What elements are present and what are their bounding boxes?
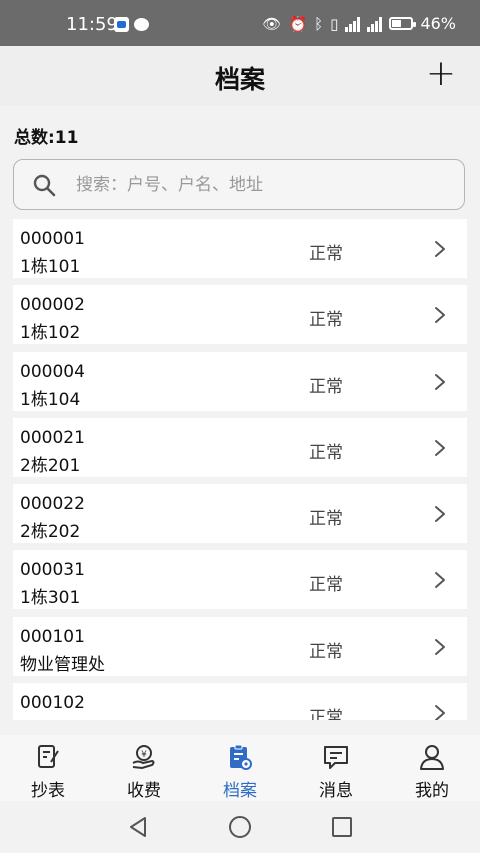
record-code: 000022 [20,494,85,515]
tab-label: 档案 [223,781,257,801]
message-icon [324,746,348,769]
list-item[interactable]: 000101 物业管理处 正常 [13,616,467,676]
tab-label: 收费 [127,781,161,801]
alarm-icon: ⏰ [288,14,308,33]
meter-reading-icon [38,745,59,768]
record-list[interactable]: 000001 1栋101 正常 000002 1栋102 正常 000004 1栋104 正常 0… [13,219,467,720]
record-status: 正常 [309,310,343,331]
chevron-right-icon [435,638,445,655]
home-icon[interactable] [228,815,252,839]
total-count: 总数:11 [14,128,79,148]
record-code: 000002 [20,295,85,316]
add-button[interactable]: + [426,54,456,94]
record-status: 正常 [309,641,343,662]
list-item[interactable]: 000031 1栋301 正常 [13,550,467,610]
record-status: 正常 [309,244,343,264]
status-time: 11:59 [66,14,118,35]
record-code: 000001 [20,229,85,249]
record-code: 000031 [20,560,85,581]
list-item[interactable]: 000021 2栋201 正常 [13,417,467,477]
tab-archive[interactable]: 档案 [192,735,288,801]
chevron-right-icon [435,439,445,456]
list-item[interactable]: 000002 1栋102 正常 [13,285,467,345]
status-bar: 11:59 👁 ⏰ ᛒ ▯ 46% [0,0,480,46]
battery-icon [389,17,417,30]
list-item[interactable]: 000004 1栋104 正常 [13,351,467,411]
bluetooth-icon: ᛒ [314,14,324,33]
tab-label: 抄表 [31,781,65,801]
tab-fee[interactable]: ¥ 收费 [96,735,192,801]
recent-apps-icon[interactable] [331,815,353,839]
svg-text:¥: ¥ [141,750,147,760]
record-code: 000102 [20,693,85,714]
chevron-right-icon [435,705,445,720]
record-status: 正常 [309,509,343,530]
eye-icon: 👁 [262,14,282,33]
tab-message[interactable]: 消息 [288,735,384,801]
archive-icon [230,744,252,770]
chevron-right-icon [435,241,445,257]
chevron-right-icon [435,307,445,324]
record-code: 000021 [20,427,85,448]
back-icon[interactable] [127,815,149,839]
bottom-tab-bar: 抄表 ¥ 收费 档案 消息 我的 [0,735,480,801]
chevron-right-icon [435,506,445,523]
chevron-right-icon [435,373,445,390]
signal-strength-icon [345,16,361,32]
record-name: 1栋101 [20,257,81,277]
profile-icon [420,745,444,770]
record-name: 2栋202 [20,522,81,543]
record-status: 正常 [309,442,343,463]
battery-percent: 46% [420,14,456,33]
record-name: 2栋201 [20,455,81,476]
list-item[interactable]: 000102 保洁部 正常 [13,683,467,720]
record-name: 1栋301 [20,588,81,609]
record-status: 正常 [309,376,343,397]
record-status: 正常 [309,708,343,720]
signal-strength-icon-2 [367,16,383,32]
search-input[interactable] [74,160,458,210]
record-name: 1栋104 [20,389,81,410]
chat-notification-icon [134,18,149,31]
tab-label: 消息 [319,781,353,801]
tab-label: 我的 [415,781,449,801]
search-box[interactable] [13,159,465,210]
list-item[interactable]: 000022 2栋202 正常 [13,484,467,544]
system-nav-bar [0,801,480,853]
app-notification-icon [114,17,129,32]
search-icon [33,174,56,197]
record-name: 保洁部 [20,716,71,720]
list-item[interactable]: 000001 1栋101 正常 [13,219,467,278]
app-header: 档案 + [0,46,480,106]
vibrate-icon: ▯ [330,14,339,33]
record-code: 000101 [20,626,85,647]
tab-mine[interactable]: 我的 [384,735,480,801]
record-name: 1栋102 [20,323,81,344]
payment-icon: ¥ [132,745,155,770]
page-title: 档案 [214,65,265,94]
record-name: 物业管理处 [20,654,105,675]
tab-meter[interactable]: 抄表 [0,735,96,801]
record-status: 正常 [309,575,343,596]
chevron-right-icon [435,572,445,589]
record-code: 000004 [20,361,85,382]
